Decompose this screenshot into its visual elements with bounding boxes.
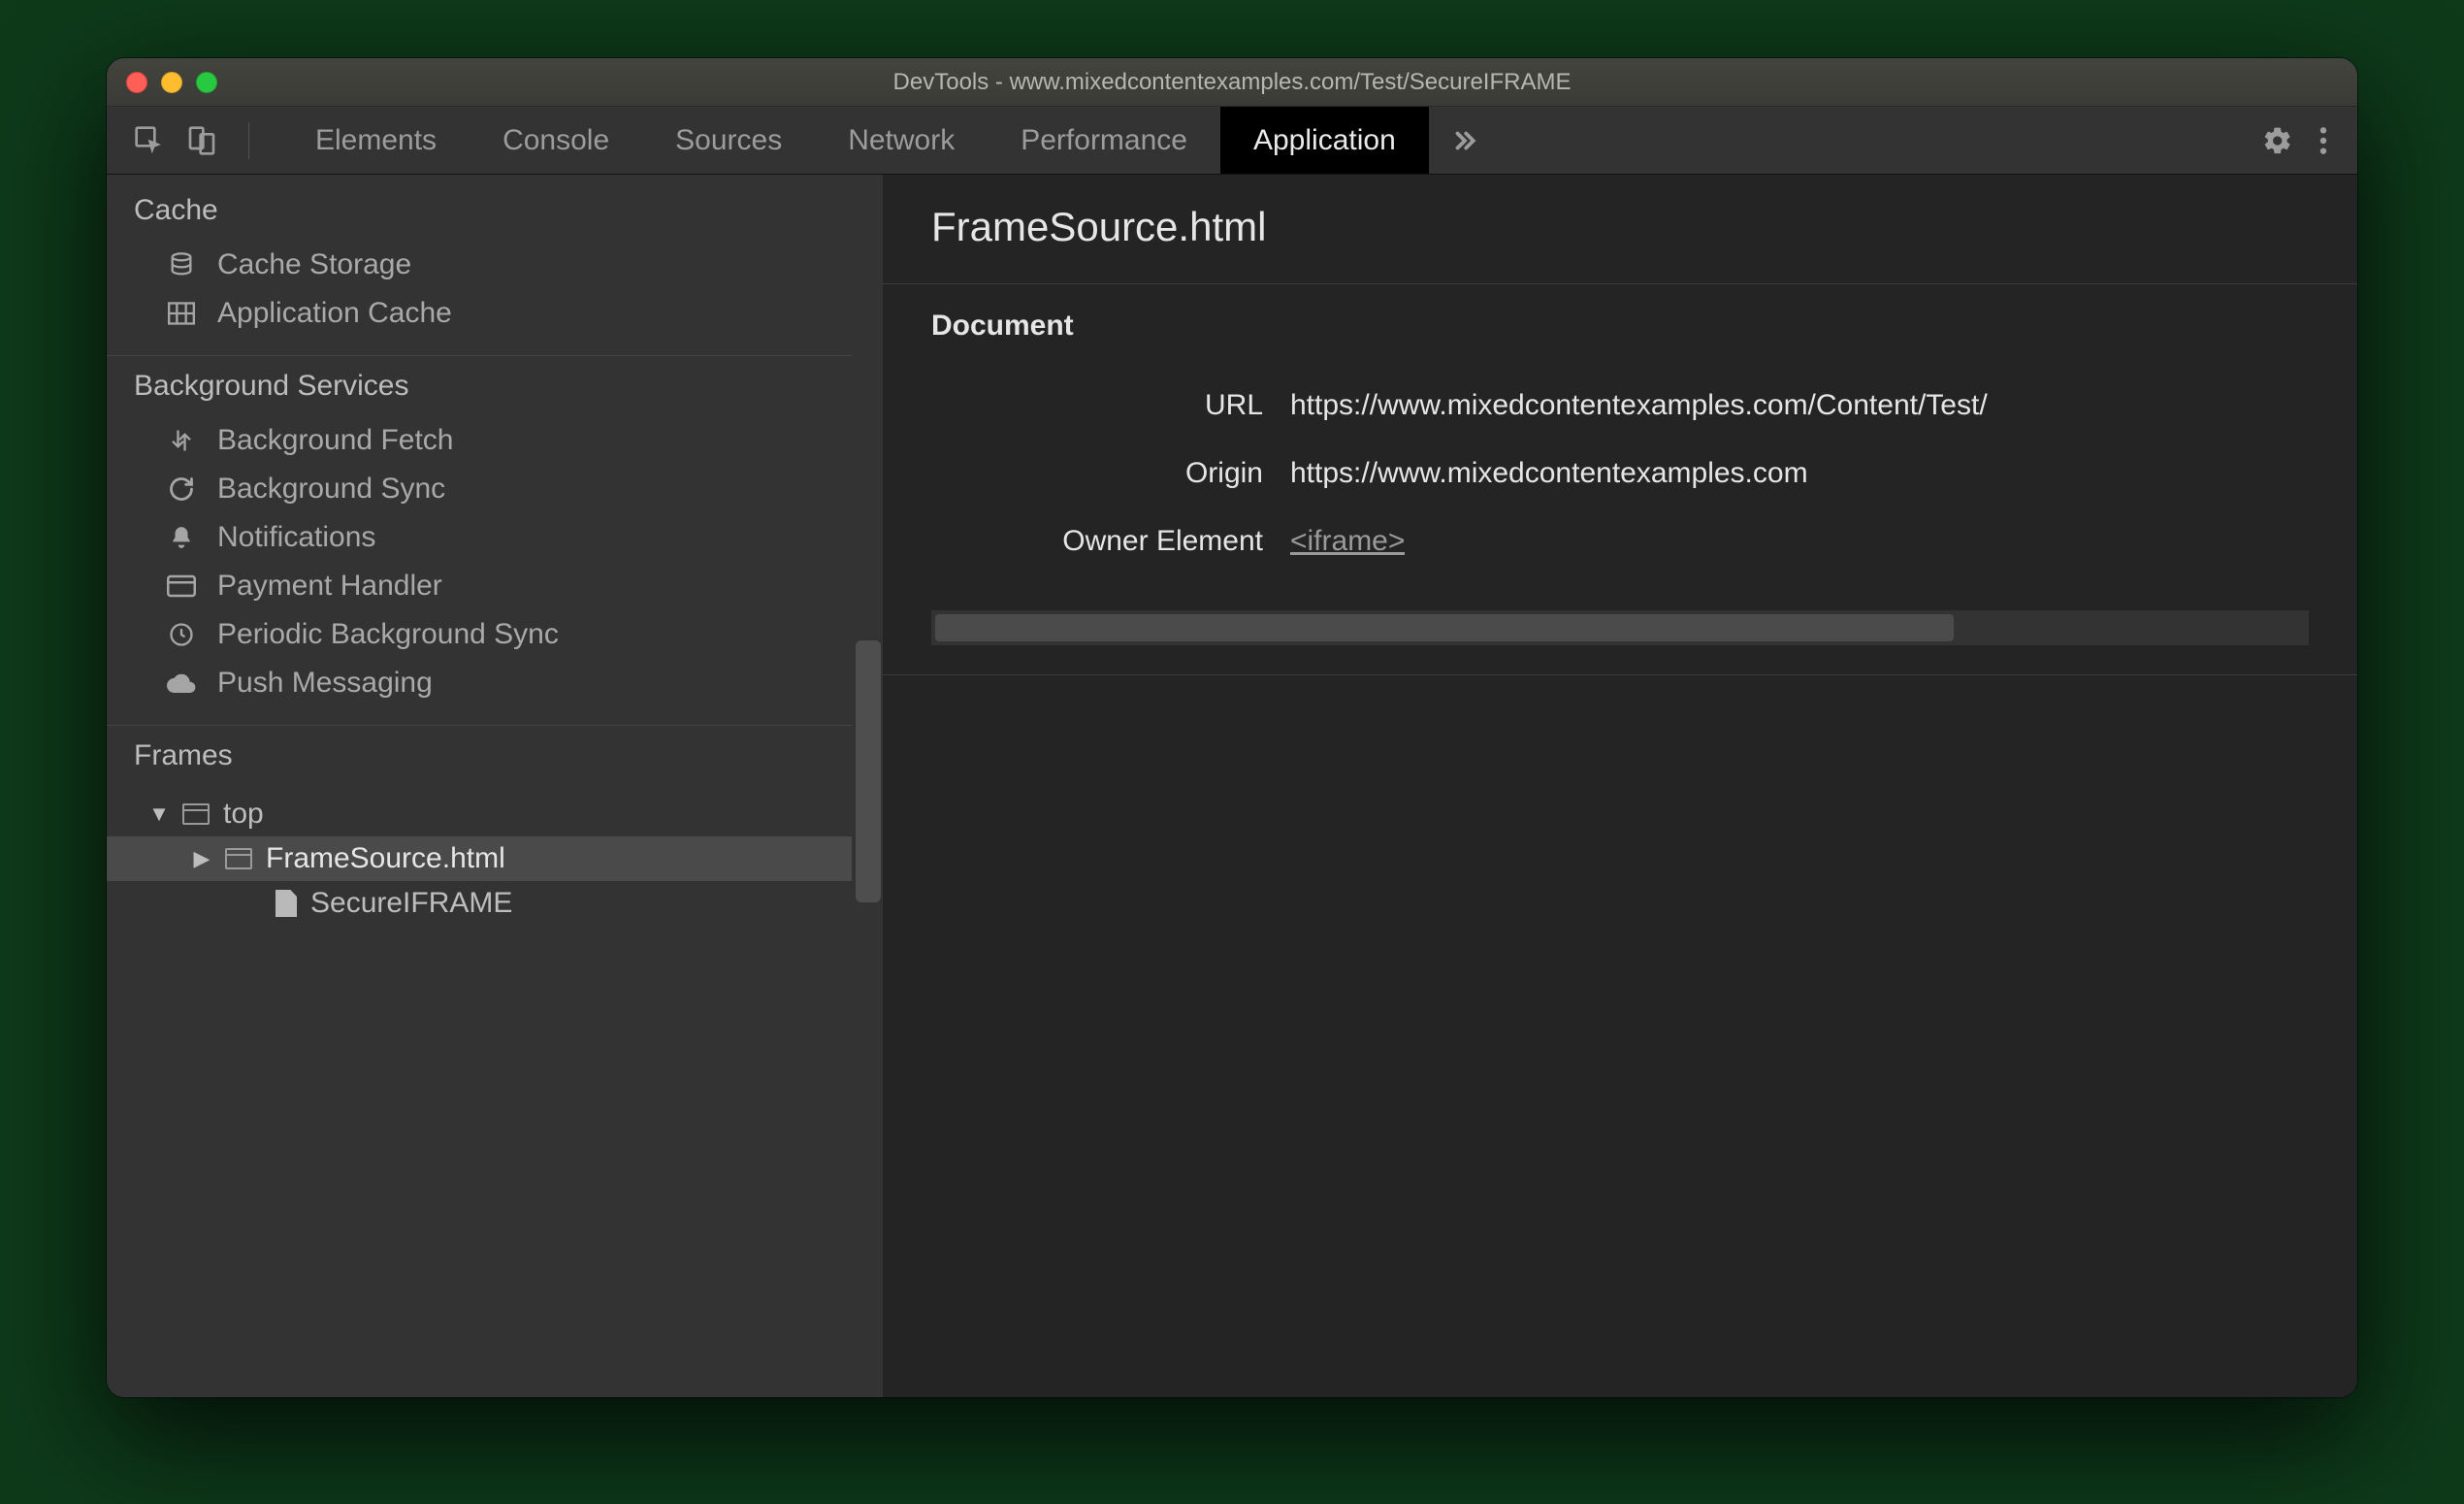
titlebar: DevTools - www.mixedcontentexamples.com/… — [107, 58, 2357, 107]
tree-label: top — [223, 798, 264, 831]
sidebar-scrollbar[interactable] — [852, 175, 883, 1397]
sidebar-item-notifications[interactable]: Notifications — [107, 513, 883, 562]
traffic-lights — [126, 72, 217, 93]
sidebar-item-label: Background Sync — [217, 473, 445, 506]
application-sidebar: Cache Cache Storage — [107, 175, 883, 1397]
bell-icon — [165, 524, 198, 551]
section-frames: Frames — [107, 725, 883, 786]
toggle-device-toolbar-icon[interactable] — [186, 125, 217, 156]
sidebar-item-label: Push Messaging — [217, 667, 433, 700]
owner-element-link[interactable]: <iframe> — [1290, 525, 1405, 558]
chevron-down-icon: ▼ — [149, 801, 169, 827]
devtools-tabbar: Elements Console Sources Network Perform… — [107, 107, 2357, 175]
document-section: Document URL https://www.mixedcontentexa… — [883, 284, 2357, 675]
minimize-window-button[interactable] — [161, 72, 182, 93]
clock-icon — [165, 621, 198, 648]
sidebar-item-label: Application Cache — [217, 297, 452, 330]
tab-elements[interactable]: Elements — [282, 107, 470, 174]
inspect-element-icon[interactable] — [134, 125, 165, 156]
tab-network[interactable]: Network — [815, 107, 988, 174]
zoom-window-button[interactable] — [196, 72, 217, 93]
sidebar-item-label: Background Fetch — [217, 424, 453, 457]
frame-details-header: FrameSource.html — [883, 175, 2357, 284]
tab-sources[interactable]: Sources — [642, 107, 815, 174]
frame-icon — [182, 803, 210, 825]
tree-label: FrameSource.html — [266, 842, 505, 875]
tree-row-secureiframe[interactable]: ▶ SecureIFRAME — [107, 881, 883, 926]
sidebar-item-label: Cache Storage — [217, 248, 411, 281]
owner-element-row: Owner Element <iframe> — [931, 507, 2309, 575]
devtools-body: Cache Cache Storage — [107, 175, 2357, 1397]
section-background-services: Background Services — [107, 355, 883, 416]
tab-application[interactable]: Application — [1220, 107, 1429, 174]
tree-row-top[interactable]: ▼ top — [107, 792, 883, 836]
sidebar-item-label: Payment Handler — [217, 570, 442, 603]
tree-label: SecureIFRAME — [310, 887, 512, 920]
grid-icon — [165, 302, 198, 325]
sidebar-item-cache-storage[interactable]: Cache Storage — [107, 241, 883, 289]
sidebar-item-label: Periodic Background Sync — [217, 618, 559, 651]
frames-tree: ▼ top ▶ FrameSource.html ▶ SecureIFRAME — [107, 786, 883, 955]
origin-row: Origin https://www.mixedcontentexamples.… — [931, 440, 2309, 507]
tree-row-framesource[interactable]: ▶ FrameSource.html — [107, 836, 883, 881]
file-icon — [276, 890, 297, 917]
database-icon — [165, 251, 198, 278]
cloud-icon — [165, 672, 198, 694]
divider — [248, 122, 249, 159]
section-cache: Cache — [107, 175, 883, 241]
owner-element-label: Owner Element — [931, 525, 1290, 558]
tabbar-left-icons — [107, 107, 282, 174]
more-menu-icon[interactable] — [2318, 125, 2328, 156]
tab-performance[interactable]: Performance — [988, 107, 1220, 174]
sidebar-item-push-messaging[interactable]: Push Messaging — [107, 659, 883, 707]
settings-icon[interactable] — [2262, 125, 2293, 156]
tabs-overflow-button[interactable] — [1429, 107, 1501, 174]
horizontal-scrollbar-thumb[interactable] — [935, 614, 1954, 641]
origin-label: Origin — [931, 457, 1290, 490]
url-label: URL — [931, 389, 1290, 422]
devtools-window: DevTools - www.mixedcontentexamples.com/… — [107, 58, 2357, 1397]
horizontal-scrollbar[interactable] — [931, 610, 2309, 645]
tab-console[interactable]: Console — [470, 107, 642, 174]
sidebar-item-application-cache[interactable]: Application Cache — [107, 289, 883, 338]
origin-value: https://www.mixedcontentexamples.com — [1290, 457, 1808, 490]
frame-icon — [225, 848, 252, 869]
sidebar-item-background-sync[interactable]: Background Sync — [107, 465, 883, 513]
credit-card-icon — [165, 574, 198, 598]
sync-icon — [165, 475, 198, 503]
page-title: FrameSource.html — [931, 204, 2309, 250]
frame-details-panel: FrameSource.html Document URL https://ww… — [883, 175, 2357, 1397]
sidebar-item-label: Notifications — [217, 521, 375, 554]
chevron-right-icon: ▶ — [192, 846, 211, 871]
sidebar-item-background-fetch[interactable]: Background Fetch — [107, 416, 883, 465]
close-window-button[interactable] — [126, 72, 147, 93]
document-heading: Document — [931, 310, 2309, 343]
transfer-icon — [165, 427, 198, 454]
sidebar-item-payment-handler[interactable]: Payment Handler — [107, 562, 883, 610]
url-value: https://www.mixedcontentexamples.com/Con… — [1290, 389, 1988, 422]
window-title: DevTools - www.mixedcontentexamples.com/… — [107, 69, 2357, 96]
sidebar-item-periodic-background-sync[interactable]: Periodic Background Sync — [107, 610, 883, 659]
url-row: URL https://www.mixedcontentexamples.com… — [931, 372, 2309, 440]
sidebar-scrollbar-thumb[interactable] — [856, 640, 881, 902]
